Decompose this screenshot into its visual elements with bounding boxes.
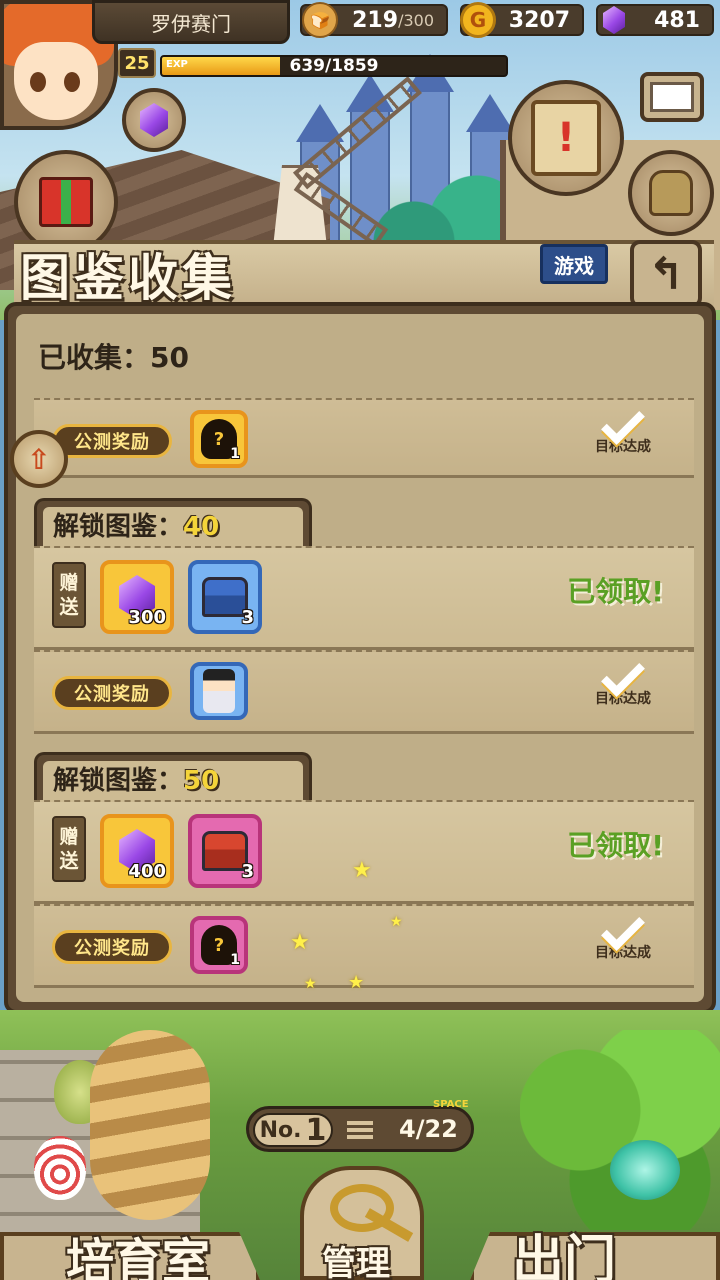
bread-icon: 🍞 [302, 2, 338, 38]
group-header-40: 解锁图鉴：40 [34, 498, 312, 548]
no-label: No. [259, 1117, 302, 1143]
gem-reward-item[interactable]: 400 [100, 814, 174, 888]
avatar-face [14, 42, 98, 120]
sparkle-star-icon: ★ [390, 914, 403, 930]
sparkle-star-icon: ★ [304, 976, 317, 992]
level-badge: 25 [118, 48, 156, 78]
reward-item[interactable]: ? 1 [190, 410, 248, 468]
avatar-eye [64, 72, 80, 92]
gift-row-50: 赠 送 400 3 已领取! [34, 800, 694, 904]
no-value: 1 [305, 1112, 327, 1148]
beta-reward-label: 公测奖励 [52, 930, 172, 964]
group-title: 解锁图鉴：50 [43, 761, 303, 802]
gift-tag-char: 赠 [59, 572, 79, 594]
gift-row-40: 赠 送 300 3 已领取! [34, 546, 694, 650]
back-button[interactable]: ↰ [630, 240, 702, 308]
partial-beta-row: 公测奖励 ? 1 目标达成 [34, 398, 694, 478]
gift-box-icon [39, 177, 93, 227]
space-value: 4/22 [399, 1115, 458, 1143]
ranking-badge[interactable]: No. 1 [253, 1112, 333, 1148]
goal-achieved-badge: 目标达成 [588, 907, 658, 962]
reward-count: 3 [241, 607, 254, 628]
sparkle-star-icon: ★ [352, 858, 372, 883]
gem-reward-item[interactable]: 300 [100, 560, 174, 634]
chest-reward-item[interactable]: 3 [188, 814, 262, 888]
gift-tag: 赠 送 [52, 816, 86, 882]
claimed-status: 已领取! [567, 829, 664, 862]
bag-button[interactable] [628, 150, 714, 236]
goal-achieved-label: 目标达成 [595, 945, 651, 961]
reward-count: 300 [128, 607, 166, 628]
scroll-icon: ! [531, 100, 601, 176]
claimed-status: 已领取! [567, 575, 664, 608]
gift-tag-char: 赠 [59, 826, 79, 848]
group-title-number: 40 [183, 512, 220, 542]
game-tag[interactable]: 游戏 [540, 244, 608, 284]
arrow-up-icon: ⇧ [27, 442, 51, 476]
bread-value: 219 [352, 7, 399, 33]
quest-scroll-button[interactable]: ! [508, 80, 624, 196]
beta-reward-label: 公测奖励 [52, 676, 172, 710]
nursery-nav-button[interactable]: 培育室 [66, 1222, 210, 1280]
group-title-number: 50 [183, 766, 220, 796]
reward-item[interactable]: ? 1 [190, 916, 248, 974]
gift-tag-char: 送 [59, 850, 79, 872]
menu-icon[interactable] [347, 1121, 373, 1139]
exp-bar: EXP 639/1859 [160, 55, 508, 77]
group-title-prefix: 解锁图鉴： [53, 766, 184, 796]
sparkle-star-icon: ★ [348, 972, 365, 993]
gift-tag-char: 送 [59, 596, 79, 618]
character-reward-item[interactable] [190, 662, 248, 720]
exp-text: 639/1859 [289, 56, 379, 76]
go-out-nav-button[interactable]: 出门 [512, 1218, 616, 1280]
reward-count: 1 [230, 952, 240, 968]
gem-icon [596, 2, 632, 38]
avatar-eye [30, 72, 46, 92]
forest-bush [520, 1030, 720, 1230]
bread-max: /300 [398, 10, 434, 30]
group-title-prefix: 解锁图鉴： [53, 512, 184, 542]
goal-achieved-label: 目标达成 [595, 439, 651, 455]
reward-count: 3 [241, 861, 254, 882]
buy-gems-button[interactable] [122, 88, 186, 152]
goal-achieved-label: 目标达成 [595, 691, 651, 707]
character-girl-icon [203, 669, 235, 713]
sparkle-star-icon: ★ [290, 930, 310, 955]
portal-icon [610, 1140, 680, 1200]
group-header-50: 解锁图鉴：50 [34, 752, 312, 802]
reward-list[interactable]: 公测奖励 ? 1 目标达成 解锁图鉴：40 赠 送 300 3 已领取! 公测奖… [34, 380, 694, 996]
beta-reward-label: 公测奖励 [52, 424, 172, 458]
envelope-icon [650, 82, 694, 112]
collected-count: 已收集：50 [38, 341, 189, 374]
reward-count: 1 [230, 446, 240, 462]
back-arrow-icon: ↰ [647, 248, 685, 300]
player-name: 罗伊赛门 [92, 0, 290, 44]
egg-icon [34, 1136, 86, 1200]
backpack-icon [649, 170, 693, 216]
scroll-up-button[interactable]: ⇧ [10, 430, 68, 488]
gold-coin-icon: G [460, 2, 496, 38]
gold-value: 3207 [508, 7, 570, 33]
space-label: SPACE [433, 1099, 469, 1110]
gem-value: 481 [654, 7, 700, 33]
mail-button[interactable] [640, 72, 704, 122]
space-bar: No. 1 SPACE 4/22 [246, 1099, 474, 1152]
manage-nav-label: 管理 [322, 1244, 390, 1280]
gift-tag: 赠 送 [52, 562, 86, 628]
goal-achieved-badge: 目标达成 [588, 653, 658, 708]
reward-count: 400 [128, 861, 166, 882]
creature-tail [90, 1030, 210, 1220]
goal-achieved-badge: 目标达成 [588, 401, 658, 456]
group-title: 解锁图鉴：40 [43, 507, 303, 548]
gem-plus-icon [140, 103, 168, 137]
collection-panel-inner: 已收集：50 公测奖励 ? 1 目标达成 解锁图鉴：40 赠 送 300 3 已… [16, 314, 704, 1002]
chest-reward-item[interactable]: 3 [188, 560, 262, 634]
page-title: 图鉴收集 [20, 248, 236, 307]
beta-row-40: 公测奖励 目标达成 [34, 650, 694, 734]
collection-panel: 已收集：50 公测奖励 ? 1 目标达成 解锁图鉴：40 赠 送 300 3 已… [4, 302, 716, 1014]
